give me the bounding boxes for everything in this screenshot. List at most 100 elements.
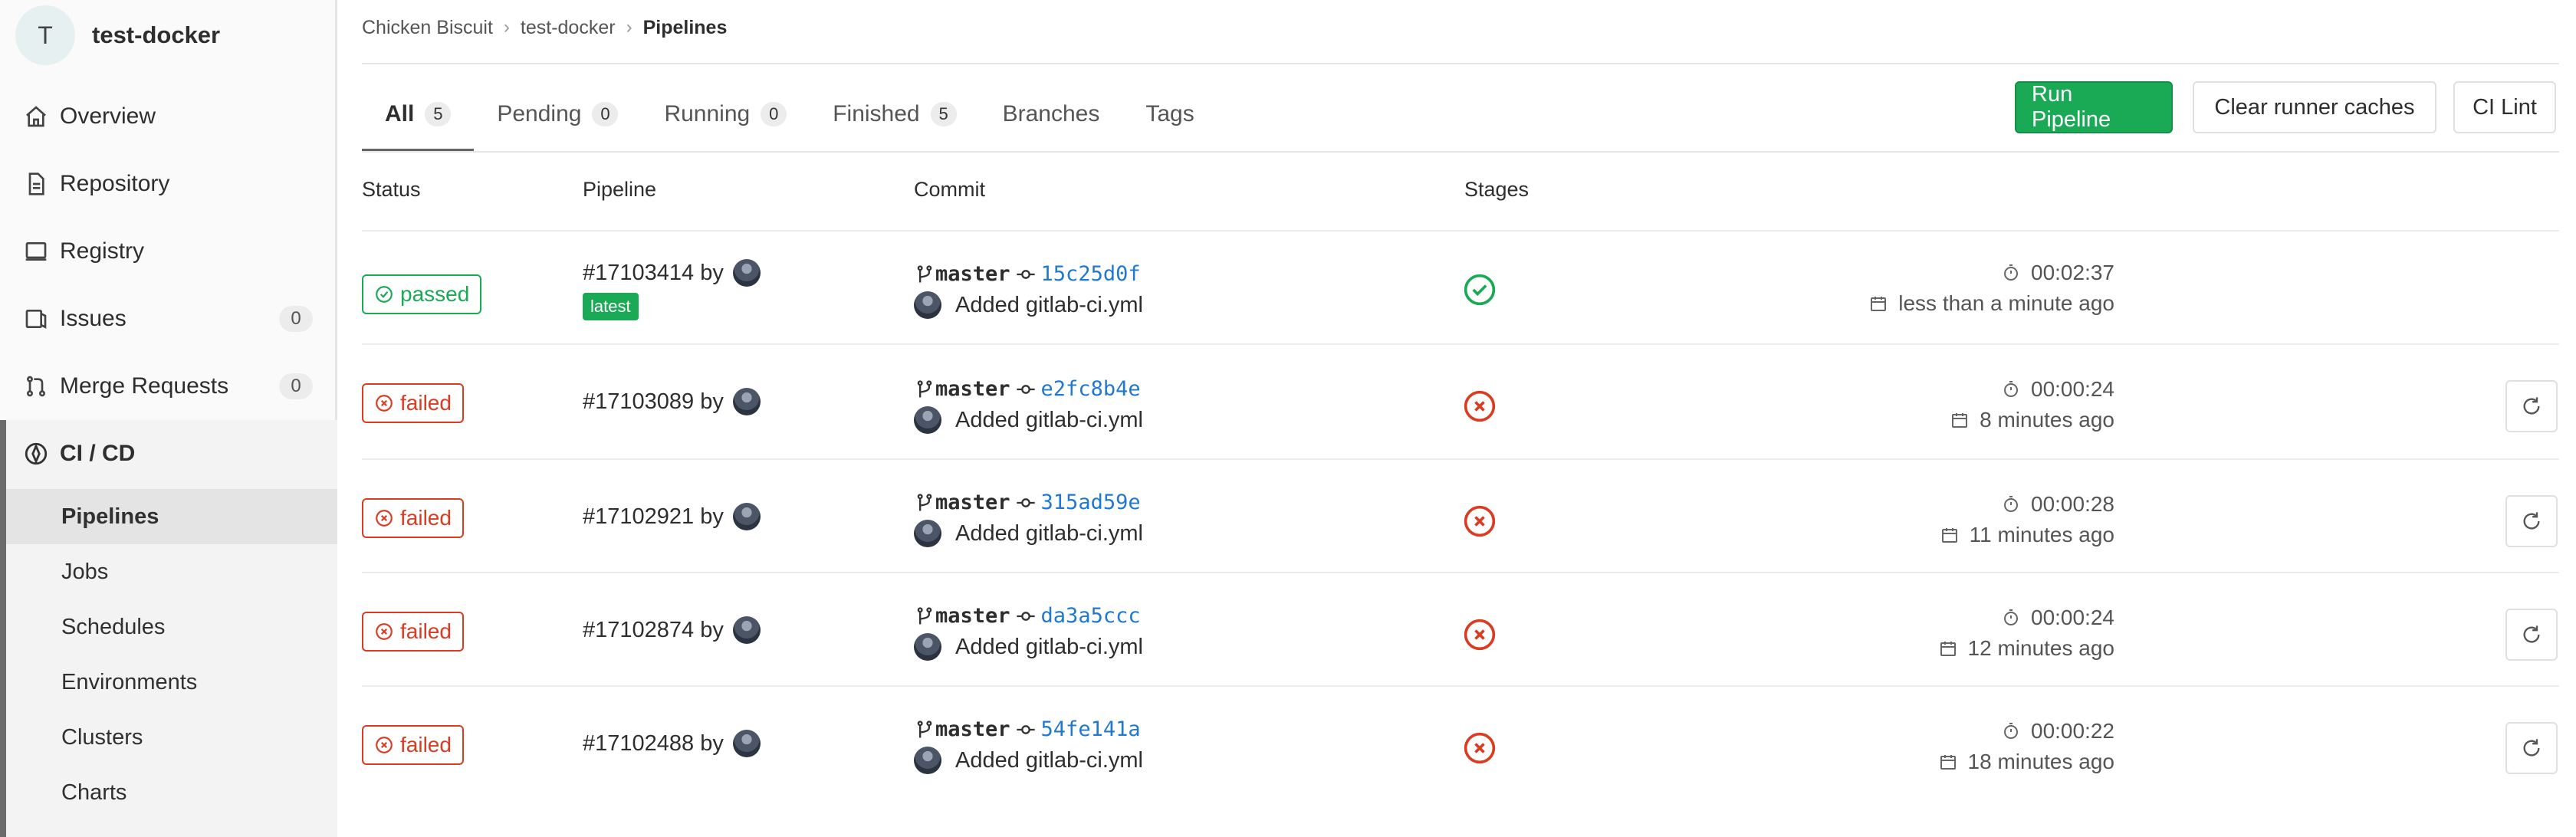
pipeline-link[interactable]: #17102488 <box>583 731 694 757</box>
commit-title[interactable]: Added gitlab-ci.yml <box>955 521 1143 547</box>
branch-name[interactable]: master <box>935 262 1010 286</box>
pipeline-timing: 00:00:28 11 minutes ago <box>1940 489 2114 550</box>
sidebar-item-label: Repository <box>60 171 170 196</box>
sidebar-subitem-charts[interactable]: Charts <box>6 765 337 820</box>
commit-sha[interactable]: e2fc8b4e <box>1041 377 1141 401</box>
table-header: Status Pipeline Commit Stages <box>362 170 2559 231</box>
tab-all[interactable]: All 5 <box>362 77 475 152</box>
branch-name[interactable]: master <box>935 604 1010 628</box>
commit-message: Added gitlab-ci.yml <box>914 520 1143 547</box>
avatar[interactable] <box>914 406 941 434</box>
stage-failed-icon[interactable] <box>1463 731 1497 765</box>
breadcrumb-current[interactable]: Pipelines <box>643 17 728 39</box>
retry-button[interactable] <box>2505 380 2558 432</box>
avatar[interactable] <box>914 520 941 547</box>
project-header[interactable]: T test-docker <box>15 5 220 66</box>
divider <box>362 151 2559 153</box>
status-badge[interactable]: failed <box>362 612 464 652</box>
sidebar-subitem-schedules[interactable]: Schedules <box>6 599 337 655</box>
merge-request-icon <box>23 373 49 399</box>
tab-label: Pending <box>497 101 582 126</box>
duration: 00:00:24 <box>2031 377 2114 401</box>
commit-title[interactable]: Added gitlab-ci.yml <box>955 293 1143 318</box>
status-badge[interactable]: failed <box>362 498 464 538</box>
pipeline-link[interactable]: #17103089 <box>583 389 694 415</box>
avatar[interactable] <box>732 503 761 530</box>
tab-pending[interactable]: Pending 0 <box>474 77 641 152</box>
retry-button[interactable] <box>2505 722 2558 774</box>
clear-runner-caches-button[interactable]: Clear runner caches <box>2193 81 2436 133</box>
status-label: failed <box>400 619 452 643</box>
pipeline-id: #17102488 by <box>583 730 761 757</box>
avatar[interactable] <box>732 616 761 644</box>
tab-running[interactable]: Running 0 <box>641 77 810 152</box>
pipeline-link[interactable]: #17103414 <box>583 261 694 286</box>
sidebar-item-issues[interactable]: Issues 0 <box>0 285 337 353</box>
commit-sha[interactable]: 54fe141a <box>1041 717 1141 741</box>
home-icon <box>23 103 49 130</box>
project-avatar[interactable]: T <box>15 5 75 65</box>
stage-failed-icon[interactable] <box>1463 504 1497 538</box>
commit-icon <box>1016 497 1035 507</box>
stage-failed-icon[interactable] <box>1463 618 1497 652</box>
sidebar-item-cicd[interactable]: CI / CD <box>6 420 337 487</box>
run-pipeline-button[interactable]: Run Pipeline <box>2015 81 2173 133</box>
status-label: failed <box>400 391 452 415</box>
breadcrumb-group[interactable]: Chicken Biscuit <box>362 17 493 39</box>
stage-success-icon[interactable] <box>1463 273 1497 307</box>
tab-tags[interactable]: Tags <box>1122 77 1217 152</box>
sidebar-item-merge-requests[interactable]: Merge Requests 0 <box>0 353 337 420</box>
commit-title[interactable]: Added gitlab-ci.yml <box>955 635 1143 660</box>
duration: 00:00:24 <box>2031 606 2114 629</box>
retry-button[interactable] <box>2505 495 2558 547</box>
sidebar-subitem-jobs[interactable]: Jobs <box>6 544 337 599</box>
commit-sha[interactable]: da3a5ccc <box>1041 604 1141 628</box>
project-name[interactable]: test-docker <box>92 21 220 49</box>
tab-count: 0 <box>592 102 619 126</box>
branch-name[interactable]: master <box>935 491 1010 514</box>
commit-ref: master e2fc8b4e <box>914 377 1141 401</box>
tab-label: Finished <box>833 101 920 126</box>
tab-branches[interactable]: Branches <box>980 77 1123 152</box>
chevron-right-icon: › <box>626 17 632 38</box>
avatar[interactable] <box>732 388 761 415</box>
sidebar-item-label: Overview <box>60 103 156 129</box>
sidebar-item-overview[interactable]: Overview <box>0 83 337 150</box>
x-circle-icon <box>376 510 393 527</box>
sidebar-item-registry[interactable]: Registry <box>0 218 337 285</box>
status-badge[interactable]: failed <box>362 383 464 423</box>
column-header-pipeline: Pipeline <box>583 178 657 201</box>
avatar[interactable] <box>732 730 761 757</box>
pipeline-link[interactable]: #17102921 <box>583 504 694 530</box>
commit-title[interactable]: Added gitlab-ci.yml <box>955 408 1143 433</box>
status-badge[interactable]: failed <box>362 725 464 765</box>
avatar[interactable] <box>914 747 941 774</box>
branch-name[interactable]: master <box>935 377 1010 401</box>
branch-name[interactable]: master <box>935 717 1010 741</box>
tab-finished[interactable]: Finished 5 <box>810 77 979 152</box>
avatar[interactable] <box>914 291 941 319</box>
tab-label: Running <box>664 101 751 126</box>
avatar[interactable] <box>732 259 761 287</box>
breadcrumb-project[interactable]: test-docker <box>521 17 616 39</box>
ci-lint-button[interactable]: CI Lint <box>2453 81 2556 133</box>
sidebar-subitem-pipelines[interactable]: Pipelines <box>6 489 337 544</box>
avatar[interactable] <box>914 633 941 661</box>
calendar-icon <box>1952 413 1968 428</box>
sidebar-item-label: CI / CD <box>60 441 136 466</box>
sidebar-subitem-environments[interactable]: Environments <box>6 655 337 710</box>
retry-button[interactable] <box>2505 609 2558 661</box>
commit-ref: master 315ad59e <box>914 491 1141 514</box>
commit-title[interactable]: Added gitlab-ci.yml <box>955 748 1143 773</box>
stage-failed-icon[interactable] <box>1463 389 1497 423</box>
commit-sha[interactable]: 15c25d0f <box>1041 262 1141 286</box>
table-row: passed #17103414 by latest master 15c25d… <box>362 231 2559 345</box>
pipeline-link[interactable]: #17102874 <box>583 618 694 643</box>
commit-sha[interactable]: 315ad59e <box>1041 491 1141 514</box>
tab-label: All <box>385 101 415 126</box>
pipeline-id: #17103414 by <box>583 259 761 287</box>
status-badge[interactable]: passed <box>362 274 482 314</box>
timer-icon <box>2004 609 2018 625</box>
sidebar-item-repository[interactable]: Repository <box>0 150 337 218</box>
sidebar-subitem-clusters[interactable]: Clusters <box>6 710 337 765</box>
